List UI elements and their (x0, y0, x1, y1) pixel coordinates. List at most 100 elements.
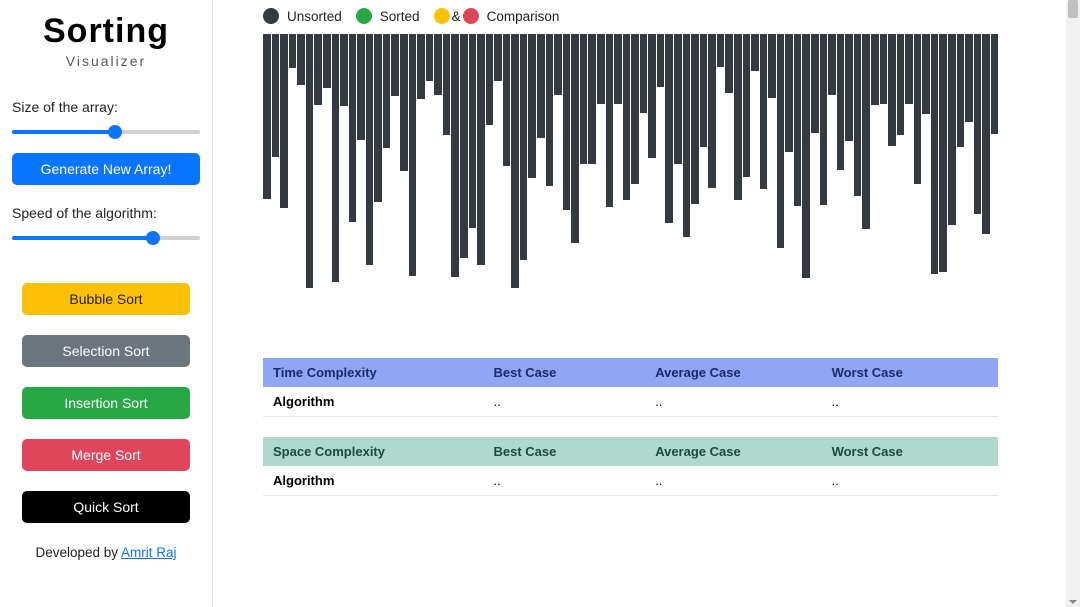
speed-slider[interactable] (12, 231, 200, 245)
th-best: Best Case (484, 358, 646, 387)
bar (708, 34, 716, 188)
bar (323, 34, 331, 88)
app-subtitle: Visualizer (12, 53, 200, 69)
scrollbar-thumb[interactable] (1068, 0, 1078, 18)
bar (700, 34, 708, 147)
bar (760, 34, 768, 189)
bar (965, 34, 973, 122)
slider-fill (12, 130, 115, 134)
th-worst: Worst Case (822, 437, 998, 466)
bar (623, 34, 631, 200)
bar (554, 34, 562, 95)
slider-fill (12, 236, 153, 240)
legend-label: Comparison (487, 9, 560, 24)
bar (580, 34, 588, 164)
bar (494, 34, 502, 81)
array-size-slider[interactable] (12, 125, 200, 139)
bar (939, 34, 947, 272)
bar (528, 34, 536, 178)
sidebar: Sorting Visualizer Size of the array: Ge… (0, 0, 213, 607)
slider-thumb[interactable] (146, 231, 160, 245)
bar (897, 34, 905, 135)
bar (640, 34, 648, 113)
slider-thumb[interactable] (108, 125, 122, 139)
main-panel: Unsorted Sorted & Comparison Time Complexit… (213, 0, 1080, 607)
bar (657, 34, 665, 87)
bar (409, 34, 417, 276)
cell-worst: .. (822, 466, 998, 496)
quick-sort-button[interactable]: Quick Sort (22, 491, 190, 523)
bar (503, 34, 511, 166)
bar (717, 34, 725, 67)
bar (828, 34, 836, 95)
cell-algorithm: Algorithm (263, 466, 484, 496)
chart-legend: Unsorted Sorted & Comparison (263, 8, 1050, 24)
bar (383, 34, 391, 148)
bar (785, 34, 793, 152)
cell-worst: .. (822, 387, 998, 417)
cell-average: .. (645, 387, 821, 417)
th-label: Time Complexity (263, 358, 484, 387)
bar (948, 34, 956, 225)
bar (417, 34, 425, 99)
author-link[interactable]: Amrit Raj (121, 545, 177, 560)
array-size-label: Size of the array: (12, 99, 200, 115)
bar (811, 34, 819, 133)
bar (391, 34, 399, 96)
bar (725, 34, 733, 93)
bar (802, 34, 810, 278)
th-average: Average Case (645, 358, 821, 387)
bar (914, 34, 922, 184)
th-label: Space Complexity (263, 437, 484, 466)
bar (957, 34, 965, 147)
bar (665, 34, 673, 223)
bar (777, 34, 785, 248)
bar (434, 34, 442, 95)
app-title: Sorting (12, 12, 200, 51)
bar (451, 34, 459, 277)
bar (588, 34, 596, 164)
bar (477, 34, 485, 265)
footer: Developed by Amrit Raj (12, 545, 200, 560)
bar (614, 34, 622, 104)
scrollbar[interactable] (1066, 0, 1080, 607)
bar (837, 34, 845, 170)
legend-label: Unsorted (287, 9, 342, 24)
bar (460, 34, 468, 258)
legend-label: Sorted (380, 9, 420, 24)
cell-average: .. (645, 466, 821, 496)
insertion-sort-button[interactable]: Insertion Sort (22, 387, 190, 419)
bar-chart (263, 34, 998, 296)
bar (991, 34, 999, 134)
bar (845, 34, 853, 141)
th-best: Best Case (484, 437, 646, 466)
bar (374, 34, 382, 202)
cell-best: .. (484, 466, 646, 496)
bar (546, 34, 554, 186)
selection-sort-button[interactable]: Selection Sort (22, 335, 190, 367)
bar (340, 34, 348, 106)
bar (297, 34, 305, 85)
th-worst: Worst Case (822, 358, 998, 387)
generate-array-button[interactable]: Generate New Array! (12, 153, 200, 185)
bar (272, 34, 280, 157)
bar (571, 34, 579, 243)
bar (306, 34, 314, 288)
legend-dot-icon (356, 8, 372, 24)
speed-label: Speed of the algorithm: (12, 205, 200, 221)
legend-dot-icon (434, 8, 450, 24)
bar (768, 34, 776, 98)
merge-sort-button[interactable]: Merge Sort (22, 439, 190, 471)
bar (880, 34, 888, 104)
bar (794, 34, 802, 206)
bar (349, 34, 357, 222)
bar (751, 34, 759, 71)
bar (734, 34, 742, 200)
legend-dot-icon (463, 8, 479, 24)
bar (888, 34, 896, 146)
bubble-sort-button[interactable]: Bubble Sort (22, 283, 190, 315)
scroll-down-icon[interactable] (1069, 600, 1077, 604)
bar (691, 34, 699, 204)
bar (263, 34, 271, 199)
legend-joiner: & (452, 9, 461, 24)
